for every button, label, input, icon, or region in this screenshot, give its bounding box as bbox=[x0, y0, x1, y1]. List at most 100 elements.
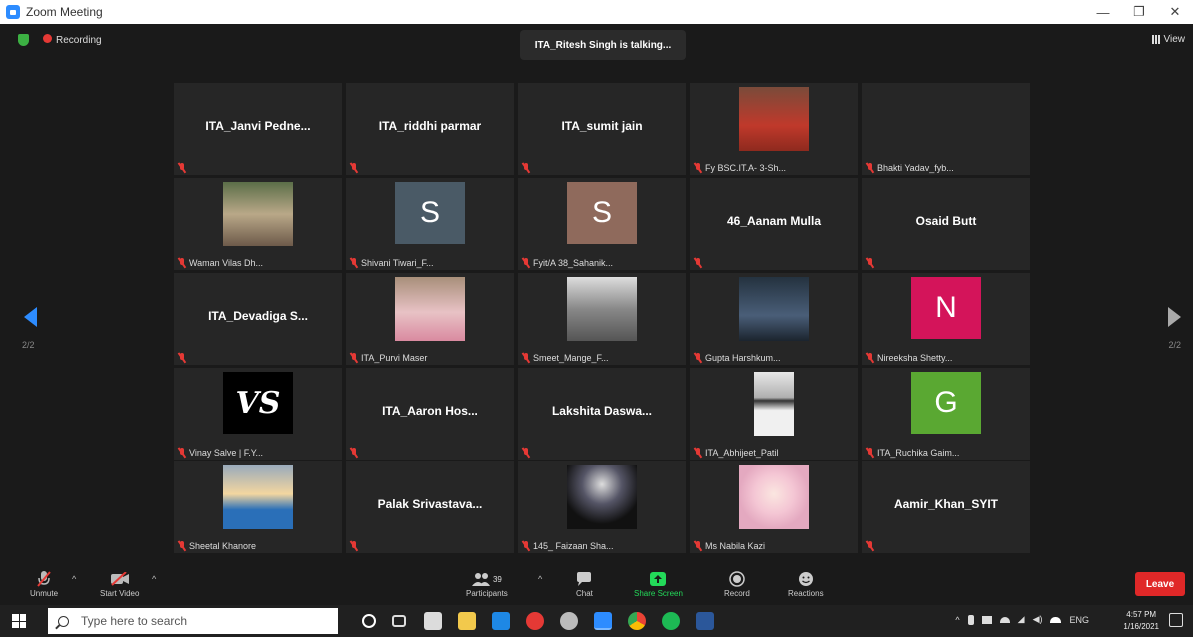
participant-tile[interactable]: ITA_riddhi parmar bbox=[346, 83, 514, 175]
taskbar-clock[interactable]: 4:57 PM 1/16/2021 bbox=[1123, 609, 1159, 633]
onedrive-icon[interactable] bbox=[1050, 616, 1062, 623]
input-language[interactable]: ENG bbox=[1069, 615, 1089, 625]
participant-tile[interactable]: Waman Vilas Dh... bbox=[174, 178, 342, 270]
participant-tile[interactable]: Gupta Harshkum... bbox=[690, 273, 858, 365]
mic-muted-icon bbox=[37, 571, 51, 587]
participant-tile[interactable]: ITA_Aaron Hos... bbox=[346, 368, 514, 460]
mic-muted-icon bbox=[866, 541, 874, 551]
participant-tile[interactable]: Aamir_Khan_SYIT bbox=[862, 461, 1030, 553]
participant-tile[interactable]: Osaid Butt bbox=[862, 178, 1030, 270]
participant-tile[interactable]: Smeet_Mange_F... bbox=[518, 273, 686, 365]
search-icon bbox=[58, 615, 69, 627]
clock-date: 1/16/2021 bbox=[1123, 622, 1159, 631]
participant-video bbox=[223, 182, 293, 246]
record-icon bbox=[729, 571, 745, 587]
maximize-button[interactable]: ❐ bbox=[1121, 0, 1157, 24]
participant-tile[interactable]: Ms Nabila Kazi bbox=[690, 461, 858, 553]
mic-muted-icon bbox=[178, 541, 186, 551]
action-center-icon[interactable] bbox=[1169, 613, 1183, 627]
security-shield-icon[interactable] bbox=[18, 34, 29, 46]
cortana-icon[interactable] bbox=[362, 614, 376, 628]
file-explorer-icon[interactable] bbox=[458, 612, 476, 630]
mic-muted-icon bbox=[866, 258, 874, 268]
participant-name: ITA_Janvi Pedne... bbox=[205, 119, 311, 133]
participant-tile[interactable]: N Nireeksha Shetty... bbox=[862, 273, 1030, 365]
participant-tile[interactable]: ITA_Janvi Pedne... bbox=[174, 83, 342, 175]
mic-muted-icon bbox=[694, 353, 702, 363]
participant-label-text: Waman Vilas Dh... bbox=[189, 258, 264, 268]
participant-tile[interactable]: S Fyit/A 38_Sahanik... bbox=[518, 178, 686, 270]
participant-tile[interactable]: VS Vinay Salve | F.Y... bbox=[174, 368, 342, 460]
participant-tile[interactable]: ITA_Abhijeet_Patil bbox=[690, 368, 858, 460]
video-off-icon bbox=[110, 572, 129, 586]
participant-tile[interactable]: ITA_Purvi Maser bbox=[346, 273, 514, 365]
participant-tile[interactable]: 145_ Faizaan Sha... bbox=[518, 461, 686, 553]
network-icon[interactable]: ◢ bbox=[1018, 614, 1025, 625]
mic-muted-icon bbox=[522, 448, 530, 458]
chrome-icon[interactable] bbox=[628, 612, 646, 630]
show-hidden-icons-icon[interactable]: ^ bbox=[955, 615, 959, 625]
participant-label bbox=[350, 163, 361, 173]
mic-muted-icon bbox=[350, 448, 358, 458]
share-screen-button[interactable]: Share Screen bbox=[634, 569, 683, 598]
participant-tile[interactable]: G ITA_Ruchika Gaim... bbox=[862, 368, 1030, 460]
active-speaker-banner: ITA_Ritesh Singh is talking... bbox=[520, 30, 686, 60]
participant-tile[interactable]: Palak Srivastava... bbox=[346, 461, 514, 553]
next-page-arrow-icon[interactable] bbox=[1167, 307, 1181, 327]
settings-gear-icon[interactable] bbox=[560, 612, 578, 630]
participant-tile[interactable]: Bhakti Yadav_fyb... bbox=[862, 83, 1030, 175]
participant-label-text: 145_ Faizaan Sha... bbox=[533, 541, 614, 551]
spotify-icon[interactable] bbox=[662, 612, 680, 630]
reactions-button[interactable]: Reactions bbox=[788, 569, 824, 598]
recording-label: Recording bbox=[56, 35, 102, 46]
usb-icon[interactable] bbox=[967, 614, 974, 625]
participants-button[interactable]: 39 Participants bbox=[466, 569, 508, 598]
leave-button[interactable]: Leave bbox=[1135, 572, 1185, 596]
participant-label-text: ITA_Purvi Maser bbox=[361, 353, 428, 363]
participant-video bbox=[739, 87, 809, 151]
volume-icon[interactable]: ◀) bbox=[1033, 614, 1043, 625]
mail-icon[interactable] bbox=[492, 612, 510, 630]
zoom-taskbar-icon[interactable] bbox=[594, 612, 612, 630]
close-button[interactable]: ✕ bbox=[1157, 0, 1193, 24]
view-button[interactable]: View bbox=[1151, 34, 1186, 45]
participant-tile[interactable]: ITA_Devadiga S... bbox=[174, 273, 342, 365]
clock-time: 4:57 PM bbox=[1126, 610, 1157, 619]
chat-button[interactable]: Chat bbox=[576, 569, 593, 598]
view-label: View bbox=[1163, 34, 1186, 45]
participant-tile[interactable]: ITA_sumit jain bbox=[518, 83, 686, 175]
participant-name: ITA_riddhi parmar bbox=[378, 119, 482, 133]
store-icon[interactable] bbox=[424, 612, 442, 630]
task-view-icon[interactable] bbox=[392, 615, 406, 627]
audio-options-caret-icon[interactable]: ^ bbox=[72, 574, 76, 584]
video-options-caret-icon[interactable]: ^ bbox=[152, 574, 156, 584]
participant-tile[interactable]: S Shivani Tiwari_F... bbox=[346, 178, 514, 270]
participant-tile[interactable]: Lakshita Daswa... bbox=[518, 368, 686, 460]
windows-start-icon[interactable] bbox=[12, 614, 26, 628]
opera-icon[interactable] bbox=[526, 612, 544, 630]
mic-muted-icon bbox=[178, 163, 186, 173]
participants-count: 39 bbox=[492, 574, 502, 584]
previous-page-arrow-icon[interactable] bbox=[24, 307, 38, 327]
participant-label bbox=[694, 258, 705, 268]
participants-options-caret-icon[interactable]: ^ bbox=[538, 574, 542, 584]
participant-label bbox=[178, 163, 189, 173]
mic-muted-icon bbox=[350, 541, 358, 551]
minimize-button[interactable]: — bbox=[1085, 0, 1121, 24]
grid-view-icon bbox=[1151, 35, 1161, 44]
cloud-icon[interactable] bbox=[999, 616, 1010, 623]
participant-label: Bhakti Yadav_fyb... bbox=[866, 163, 954, 173]
start-video-button[interactable]: Start Video bbox=[100, 569, 139, 598]
record-button[interactable]: Record bbox=[724, 569, 750, 598]
meeting-area: Recording ITA_Ritesh Singh is talking...… bbox=[0, 24, 1193, 567]
participant-name: ITA_Aaron Hos... bbox=[382, 404, 478, 418]
participant-label-text: ITA_Abhijeet_Patil bbox=[705, 448, 779, 458]
battery-icon[interactable] bbox=[981, 615, 992, 624]
participant-tile[interactable]: Fy BSC.IT.A- 3-Sh... bbox=[690, 83, 858, 175]
participant-label: Shivani Tiwari_F... bbox=[350, 258, 434, 268]
participant-tile[interactable]: Sheetal Khanore bbox=[174, 461, 342, 553]
word-icon[interactable] bbox=[696, 612, 714, 630]
participant-tile[interactable]: 46_Aanam Mulla bbox=[690, 178, 858, 270]
unmute-button[interactable]: Unmute bbox=[30, 569, 58, 598]
taskbar-search-box[interactable]: Type here to search bbox=[48, 608, 338, 634]
